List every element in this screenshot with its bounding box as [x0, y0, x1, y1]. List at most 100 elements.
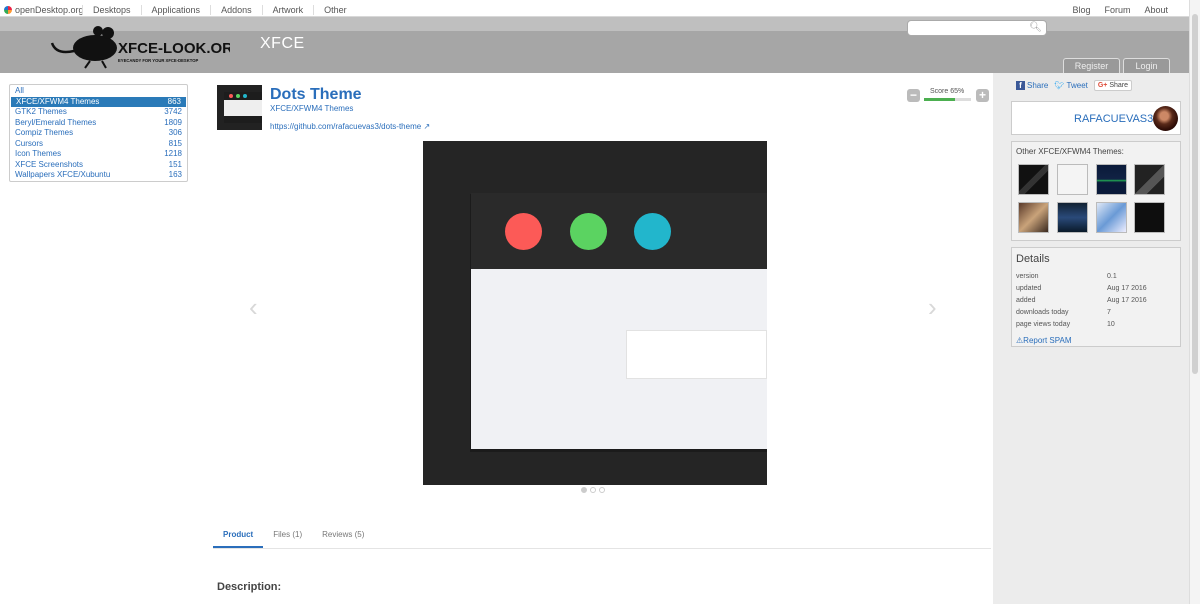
category-count: 815 — [168, 138, 182, 148]
detail-row-version: version 0.1 — [1016, 273, 1176, 280]
tab-files[interactable]: Files (1) — [263, 526, 312, 548]
screenshot-maximize-dot — [570, 213, 607, 250]
facebook-share-label: Share — [1027, 81, 1049, 90]
search-input[interactable]: 🔍︎ — [907, 20, 1047, 36]
score-label: Score 65% — [930, 88, 965, 95]
category-item-cursors[interactable]: Cursors 815 — [10, 139, 187, 150]
other-theme-thumbnail-8[interactable] — [1134, 202, 1165, 233]
other-theme-thumbnail-1[interactable] — [1018, 164, 1049, 195]
avatar[interactable] — [1153, 106, 1178, 131]
nav-item-desktops[interactable]: Desktops — [82, 5, 141, 15]
detail-row-downloads: downloads today 7 — [1016, 309, 1176, 316]
register-button[interactable]: Register — [1063, 58, 1120, 73]
report-spam-link[interactable]: ⚠Report SPAM — [1016, 336, 1071, 345]
product-thumbnail — [217, 85, 262, 130]
category-count: 306 — [168, 128, 182, 137]
top-navigation: openDesktop.org Desktops Applications Ad… — [0, 4, 1190, 17]
description-heading: Description: — [217, 581, 282, 593]
other-themes-box: Other XFCE/XFWM4 Themes: — [1011, 141, 1181, 241]
carousel-dot-2[interactable] — [590, 487, 596, 493]
search-icon[interactable]: 🔍︎ — [1029, 22, 1042, 33]
category-name: GTK2 Themes — [15, 107, 67, 116]
other-theme-thumbnail-2[interactable] — [1057, 164, 1088, 195]
score-widget: − Score 65% + — [907, 88, 989, 104]
details-box: Details version 0.1 updated Aug 17 2016 ad… — [1011, 247, 1181, 347]
category-item-gtk2-themes[interactable]: GTK2 Themes 3742 — [10, 107, 187, 118]
author-name[interactable]: RAFACUEVAS3 — [1074, 113, 1153, 125]
category-item-beryl-emerald-themes[interactable]: Beryl/Emerald Themes 1809 — [10, 118, 187, 129]
category-name: XFCE/XFWM4 Themes — [16, 96, 100, 106]
section-title: XFCE — [260, 35, 305, 52]
carousel-next-icon[interactable]: › — [928, 292, 937, 323]
nav-item-artwork[interactable]: Artwork — [261, 5, 314, 15]
nav-item-addons[interactable]: Addons — [210, 5, 262, 15]
other-theme-thumbnail-5[interactable] — [1018, 202, 1049, 233]
detail-row-updated: updated Aug 17 2016 — [1016, 285, 1176, 292]
other-theme-thumbnail-4[interactable] — [1134, 164, 1165, 195]
product-screenshot[interactable] — [423, 141, 767, 485]
nav-item-other[interactable]: Other — [313, 5, 357, 15]
carousel-prev-icon[interactable]: ‹ — [249, 292, 258, 323]
xfce-look-logo[interactable]: XFCE-LOOK.ORG EYECANDY FOR YOUR XFCE-DES… — [50, 21, 230, 71]
gplus-share-button[interactable]: G+ Share — [1093, 80, 1133, 91]
category-item-xfce-screenshots[interactable]: XFCE Screenshots 151 — [10, 160, 187, 171]
other-themes-heading: Other XFCE/XFWM4 Themes: — [1016, 147, 1124, 156]
detail-row-page-views: page views today 10 — [1016, 321, 1176, 328]
other-theme-thumbnail-3[interactable] — [1096, 164, 1127, 195]
tab-reviews[interactable]: Reviews (5) — [312, 526, 374, 548]
category-name: Compiz Themes — [15, 128, 74, 137]
scrollbar-thumb[interactable] — [1192, 14, 1198, 374]
vote-down-button[interactable]: − — [907, 89, 920, 102]
product-category-link[interactable]: XFCE/XFWM4 Themes — [270, 104, 353, 113]
carousel-dot-1[interactable] — [581, 487, 587, 493]
detail-label: updated — [1016, 285, 1042, 292]
score-bar — [924, 98, 971, 101]
nav-link-forum[interactable]: Forum — [1104, 5, 1130, 15]
detail-value: 10 — [1107, 321, 1115, 328]
category-name: XFCE Screenshots — [15, 159, 84, 169]
carousel-dot-3[interactable] — [599, 487, 605, 493]
nav-link-blog[interactable]: Blog — [1072, 5, 1090, 15]
login-button[interactable]: Login — [1123, 58, 1170, 73]
gplus-share-label: Share — [1109, 82, 1129, 89]
product-source-url: https://github.com/rafacuevas3/dots-them… — [270, 122, 422, 131]
detail-value: 0.1 — [1107, 273, 1117, 280]
product-tabs: Product Files (1) Reviews (5) — [213, 526, 991, 549]
product-title: Dots Theme — [270, 86, 362, 103]
tab-product[interactable]: Product — [213, 526, 264, 548]
category-item-icon-themes[interactable]: Icon Themes 1218 — [10, 149, 187, 160]
product-source-link[interactable]: https://github.com/rafacuevas3/dots-them… — [270, 122, 430, 131]
category-item-xfwm4-themes[interactable]: XFCE/XFWM4 Themes 863 — [11, 96, 186, 107]
category-list: All XFCE/XFWM4 Themes 863 GTK2 Themes 3742… — [9, 84, 188, 182]
mouse-icon — [50, 26, 117, 69]
detail-label: downloads today — [1016, 309, 1069, 316]
detail-value: 7 — [1107, 309, 1111, 316]
other-theme-thumbnail-7[interactable] — [1096, 202, 1127, 233]
category-name: Cursors — [15, 138, 44, 148]
category-item-all[interactable]: All — [10, 86, 187, 97]
author-box[interactable]: RAFACUEVAS3 — [1011, 101, 1181, 135]
page-scrollbar[interactable] — [1189, 0, 1200, 604]
report-spam-label: Report SPAM — [1023, 336, 1072, 345]
category-name: Icon Themes — [15, 149, 62, 158]
detail-label: page views today — [1016, 321, 1071, 328]
vote-up-button[interactable]: + — [976, 89, 989, 102]
logo-tagline: EYECANDY FOR YOUR XFCE-DESKTOP — [118, 58, 198, 63]
detail-label: version — [1016, 273, 1039, 280]
detail-row-added: added Aug 17 2016 — [1016, 297, 1176, 304]
nav-link-about[interactable]: About — [1144, 5, 1168, 15]
opendesktop-logo-icon — [4, 6, 12, 14]
details-heading: Details — [1016, 253, 1050, 265]
category-item-wallpapers[interactable]: Wallpapers XFCE/Xubuntu 163 — [10, 170, 187, 181]
facebook-share-button[interactable]: f Share — [1016, 81, 1048, 90]
opendesktop-logo-link[interactable]: openDesktop.org — [4, 5, 84, 15]
twitter-tweet-button[interactable]: 🐦︎ Tweet — [1054, 81, 1088, 90]
site-name: openDesktop.org — [15, 5, 84, 15]
other-theme-thumbnail-6[interactable] — [1057, 202, 1088, 233]
nav-item-applications[interactable]: Applications — [140, 5, 211, 15]
category-count: 1809 — [164, 117, 182, 127]
screenshot-inner-panel — [626, 330, 767, 379]
category-item-compiz-themes[interactable]: Compiz Themes 306 — [10, 128, 187, 139]
screenshot-minimize-dot — [634, 213, 671, 250]
category-name: All — [15, 86, 24, 95]
